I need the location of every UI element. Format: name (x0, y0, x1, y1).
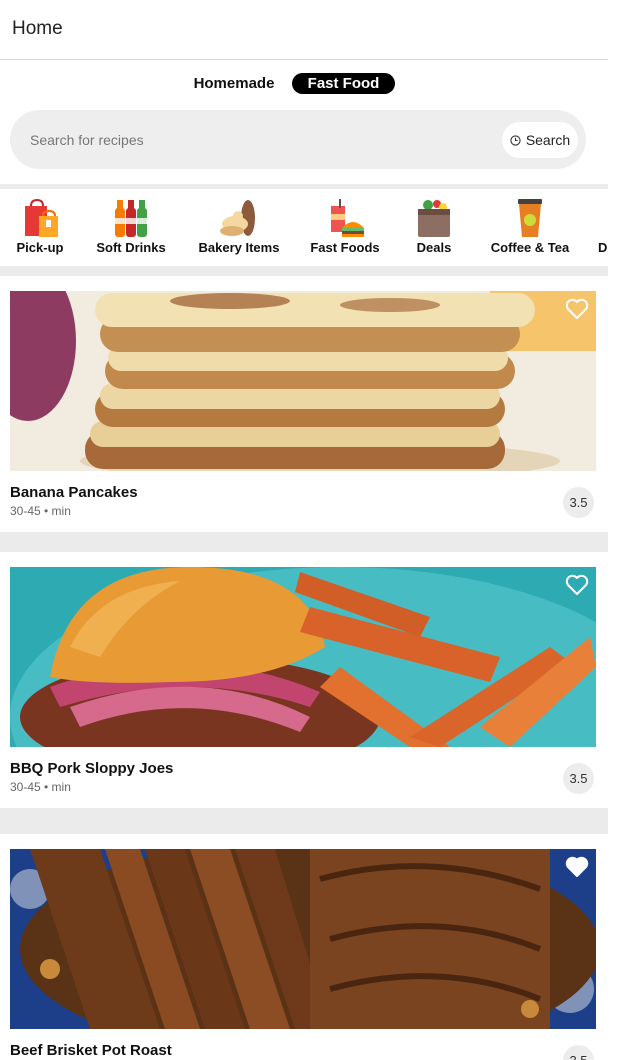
rating-badge: 3.5 (563, 763, 594, 794)
recipe-title: Banana Pancakes (10, 484, 138, 501)
rating-badge: 3.5 (563, 487, 594, 518)
recipe-title: Beef Brisket Pot Roast (10, 1042, 172, 1059)
recipe-time: 30-45 • min (10, 780, 71, 794)
divider (0, 184, 608, 189)
category-bakery-items[interactable]: Bakery Items (194, 190, 284, 266)
recipe-card[interactable]: Banana Pancakes 30-45 • min 3.5 (0, 291, 608, 532)
category-fast-foods[interactable]: Fast Foods (306, 190, 384, 266)
beef-brisket-photo (10, 849, 596, 1029)
heart-icon[interactable] (565, 298, 589, 320)
category-pick-up[interactable]: Pick-up (10, 190, 70, 266)
divider (0, 808, 608, 834)
food-type-toggle: Homemade Fast Food (0, 73, 608, 95)
divider (0, 266, 608, 276)
search-input[interactable] (20, 120, 490, 159)
toggle-homemade[interactable]: Homemade (182, 73, 286, 94)
heart-icon[interactable] (565, 856, 589, 878)
rating-badge: 3.5 (563, 1045, 594, 1060)
recipe-card[interactable]: Beef Brisket Pot Roast 3.5 (0, 849, 608, 1060)
recipe-card[interactable]: BBQ Pork Sloppy Joes 30-45 • min 3.5 (0, 567, 608, 808)
soda-bottles-icon (115, 200, 147, 237)
category-partial[interactable]: D (598, 190, 622, 266)
app-header: Home (0, 0, 608, 60)
search-button-label: Search (525, 132, 571, 148)
category-label: Bakery Items (198, 240, 280, 255)
category-label: Deals (416, 240, 452, 255)
grocery-bag-icon (418, 200, 450, 237)
category-label: Fast Foods (310, 240, 380, 255)
category-label: Soft Drinks (96, 240, 166, 255)
category-label: D (598, 240, 608, 255)
bread-icon (220, 200, 255, 236)
banana-pancakes-photo (10, 291, 596, 471)
shopping-bags-icon (25, 198, 58, 237)
heart-icon[interactable] (565, 574, 589, 596)
burger-drink-icon (331, 199, 364, 237)
category-deals[interactable]: Deals (408, 190, 460, 266)
clock-icon (510, 134, 521, 146)
search-button[interactable]: Search (502, 122, 578, 158)
divider (0, 532, 608, 552)
page-title: Home (12, 18, 63, 39)
bbq-pork-sloppy-joes-photo (10, 567, 596, 747)
coffee-cup-icon (518, 199, 542, 237)
search-bar: Search (10, 110, 586, 169)
recipe-title: BBQ Pork Sloppy Joes (10, 760, 174, 777)
category-soft-drinks[interactable]: Soft Drinks (92, 190, 170, 266)
category-coffee-tea[interactable]: Coffee & Tea (484, 190, 576, 266)
category-strip: Pick-up Soft Drinks Bakery Items Fast Fo… (0, 190, 622, 266)
category-label: Coffee & Tea (490, 240, 570, 255)
recipe-time: 30-45 • min (10, 504, 71, 518)
category-label: Pick-up (16, 240, 64, 255)
toggle-fast-food[interactable]: Fast Food (292, 73, 395, 94)
